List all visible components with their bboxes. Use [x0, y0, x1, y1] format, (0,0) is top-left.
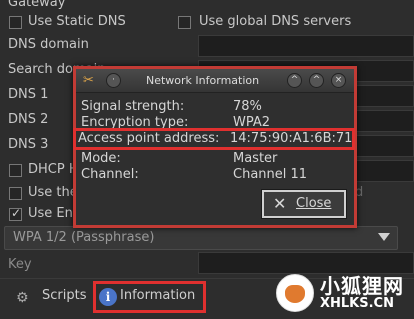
mode-value: Master	[233, 151, 278, 166]
information-button[interactable]: i Information	[93, 281, 206, 313]
access-point-address-value: 14:75:90:A1:6B:71	[230, 131, 353, 146]
access-point-address-row: Access point address: 14:75:90:A1:6B:71	[73, 128, 355, 150]
static-dns-row: Use Static DNS Use global DNS servers	[0, 11, 414, 36]
dropdown-arrow-icon[interactable]	[378, 233, 390, 241]
window-menu-button[interactable]: ·	[106, 73, 121, 88]
dns-domain-label: DNS domain	[8, 37, 89, 52]
key-label: Key	[8, 257, 32, 272]
network-information-dialog: ✂ · Network Information ^ ^ × Signal str…	[73, 66, 357, 228]
close-icon: ✕	[273, 194, 287, 213]
shade-button[interactable]: ^	[287, 73, 302, 88]
dialog-titlebar[interactable]: ✂ · Network Information ^ ^ ×	[76, 69, 354, 93]
watermark-en-text: XHLKS.CN	[320, 296, 394, 311]
dns3-label: DNS 3	[8, 137, 49, 152]
use-the-label: Use the	[28, 185, 78, 200]
scripts-button[interactable]: ⚙ Scripts	[12, 284, 92, 310]
maximize-button[interactable]: ^	[309, 73, 324, 88]
dns-domain-input[interactable]	[198, 35, 414, 57]
watermark-cn-text: 小狐狸网	[320, 274, 404, 298]
access-point-address-label: Access point address:	[78, 131, 220, 146]
mode-label: Mode:	[81, 151, 121, 166]
close-window-button[interactable]: ×	[331, 73, 346, 88]
channel-row: Channel: Channel 11	[81, 167, 351, 183]
dns1-label: DNS 1	[8, 87, 49, 102]
channel-label: Channel:	[81, 167, 139, 182]
encryption-type-dropdown[interactable]: WPA 1/2 (Passphrase)	[4, 226, 398, 250]
watermark-logo: 小狐狸网 XHLKS.CN	[276, 268, 414, 316]
use-static-dns-label: Use Static DNS	[28, 14, 126, 29]
fox-logo-icon	[276, 274, 314, 312]
channel-value: Channel 11	[233, 167, 308, 182]
use-global-dns-label: Use global DNS servers	[199, 14, 352, 29]
information-label: Information	[120, 288, 196, 303]
signal-strength-row: Signal strength: 78%	[81, 99, 351, 115]
info-icon: i	[99, 288, 117, 306]
dhcp-hostname-checkbox[interactable]	[9, 164, 22, 177]
use-encryption-checkbox[interactable]	[9, 206, 22, 221]
use-global-dns-checkbox[interactable]	[178, 16, 191, 29]
dhcp-hostname-label: DHCP H	[28, 162, 79, 177]
gateway-label: Gateway	[8, 0, 66, 10]
wicd-app-icon: ✂	[83, 73, 94, 88]
close-button-label: Close	[296, 196, 332, 211]
dialog-title: Network Information	[146, 74, 260, 87]
encryption-type-value: WPA 1/2 (Passphrase)	[13, 230, 155, 245]
signal-strength-value: 78%	[233, 99, 262, 114]
scripts-label: Scripts	[42, 288, 87, 303]
gear-icon: ⚙	[16, 290, 29, 306]
signal-strength-label: Signal strength:	[81, 99, 185, 114]
mode-row: Mode: Master	[81, 151, 351, 167]
use-static-dns-checkbox[interactable]	[9, 16, 22, 29]
dns-domain-row: DNS domain	[0, 34, 414, 59]
close-button[interactable]: ✕ Close	[261, 189, 347, 219]
use-encryption-label: Use En	[28, 206, 73, 221]
dns2-label: DNS 2	[8, 112, 49, 127]
use-the-checkbox[interactable]	[9, 187, 22, 200]
